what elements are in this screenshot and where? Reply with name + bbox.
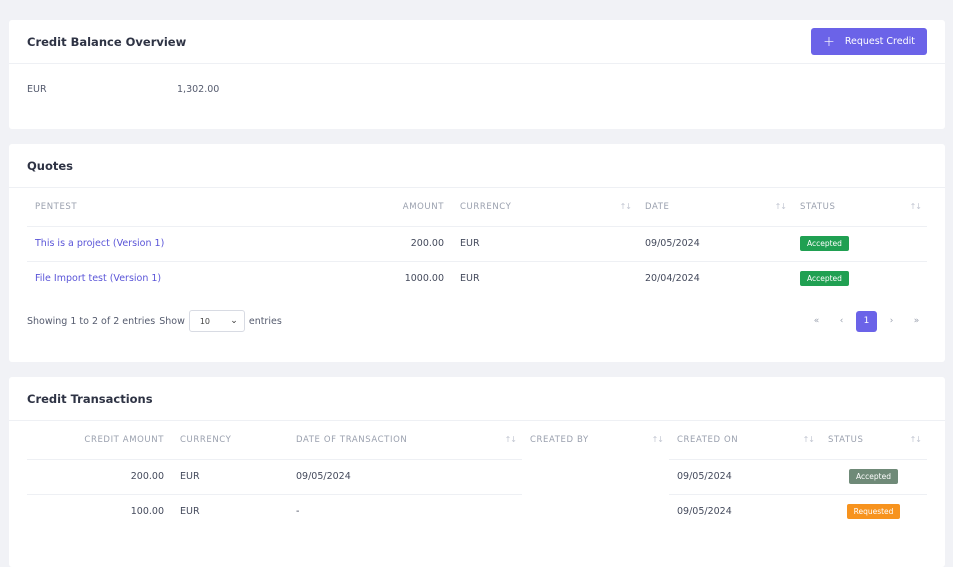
created-by-cell <box>522 493 669 529</box>
credit-transactions-card: Credit Transactions CREDIT AMOUNT CURREN… <box>9 377 945 567</box>
date-cell: 09/05/2024 <box>288 458 522 494</box>
card-title: Credit Balance Overview <box>27 34 187 49</box>
sort-icon[interactable]: ↑↓ <box>910 202 922 211</box>
currency-cell: EUR <box>452 260 637 296</box>
double-chevron-right-icon[interactable]: » <box>906 311 927 332</box>
card-title: Credit Transactions <box>27 391 153 406</box>
table-row: File Import test (Version 1) 1000.00 EUR… <box>27 260 927 296</box>
date-cell: - <box>288 493 522 529</box>
col-status[interactable]: STATUS ↑↓ <box>820 421 927 459</box>
quotes-card: Quotes PENTEST AMOUNT CURRENCY ↑↓ DATE ↑↓ … <box>9 144 945 362</box>
quotes-header: Quotes <box>9 144 945 188</box>
amount-cell: 100.00 <box>27 493 172 529</box>
showing-text: Showing 1 to 2 of 2 entries <box>27 315 156 327</box>
currency-cell: EUR <box>172 458 288 494</box>
transactions-table: CREDIT AMOUNT CURRENCY DATE OF TRANSACTI… <box>27 421 927 529</box>
col-amount[interactable]: AMOUNT <box>392 188 452 226</box>
table-row: 100.00 EUR - 09/05/2024 Requested <box>27 493 927 529</box>
page-button[interactable]: 1 <box>856 310 877 332</box>
sort-icon[interactable]: ↑↓ <box>775 202 787 211</box>
pentest-link[interactable]: This is a project (Version 1) <box>35 238 164 249</box>
created-on-cell: 09/05/2024 <box>669 458 820 494</box>
col-currency[interactable]: CURRENCY ↑↓ <box>452 188 637 226</box>
pentest-link[interactable]: File Import test (Version 1) <box>35 273 161 284</box>
col-pentest[interactable]: PENTEST <box>27 188 392 226</box>
col-credit-amount[interactable]: CREDIT AMOUNT <box>27 421 172 459</box>
table-row: This is a project (Version 1) 200.00 EUR… <box>27 225 927 261</box>
currency-cell: EUR <box>172 493 288 529</box>
date-cell: 20/04/2024 <box>637 260 792 296</box>
col-status[interactable]: STATUS ↑↓ <box>792 188 927 226</box>
chevron-down-icon: ⌄ <box>230 316 238 326</box>
request-credit-label: Request Credit <box>844 36 915 47</box>
created-on-cell: 09/05/2024 <box>669 493 820 529</box>
col-currency[interactable]: CURRENCY <box>172 421 288 459</box>
date-cell: 09/05/2024 <box>637 225 792 261</box>
sort-icon[interactable]: ↑↓ <box>652 435 664 444</box>
status-badge: Accepted <box>849 469 898 484</box>
double-chevron-left-icon[interactable]: « <box>806 311 827 332</box>
quotes-footer: Showing 1 to 2 of 2 entries Show 10 ⌄ en… <box>9 302 945 340</box>
col-created-on[interactable]: CREATED ON ↑↓ <box>669 421 820 459</box>
plus-icon: + <box>823 33 835 50</box>
table-row: 200.00 EUR 09/05/2024 09/05/2024 Accepte… <box>27 458 927 494</box>
col-date-of-transaction[interactable]: DATE OF TRANSACTION ↑↓ <box>288 421 522 459</box>
credit-balance-header: Credit Balance Overview + Request Credit <box>9 20 945 64</box>
currency-cell: EUR <box>452 225 637 261</box>
transactions-header: Credit Transactions <box>9 377 945 421</box>
col-created-by[interactable]: CREATED BY ↑↓ <box>522 421 669 459</box>
created-by-cell <box>522 458 669 494</box>
col-date[interactable]: DATE ↑↓ <box>637 188 792 226</box>
balance-row: EUR 1,302.00 <box>9 64 945 115</box>
status-badge: Accepted <box>800 271 849 287</box>
pagination: « ‹ 1 › » <box>806 310 927 332</box>
amount-cell: 200.00 <box>27 458 172 494</box>
credit-balance-card: Credit Balance Overview + Request Credit… <box>9 20 945 129</box>
status-badge: Requested <box>846 504 901 520</box>
sort-icon[interactable]: ↑↓ <box>803 435 815 444</box>
pagination-info: Showing 1 to 2 of 2 entries Show 10 ⌄ en… <box>27 310 282 332</box>
entries-label: entries <box>248 315 282 327</box>
sort-icon[interactable]: ↑↓ <box>505 435 517 444</box>
page-size-value: 10 <box>199 316 211 326</box>
balance-amount: 1,302.00 <box>177 84 220 95</box>
sort-icon[interactable]: ↑↓ <box>910 435 922 444</box>
card-title: Quotes <box>27 158 74 173</box>
request-credit-button[interactable]: + Request Credit <box>811 28 927 55</box>
status-badge: Accepted <box>800 236 849 251</box>
page-size-select[interactable]: 10 ⌄ <box>188 310 245 332</box>
quotes-table: PENTEST AMOUNT CURRENCY ↑↓ DATE ↑↓ STATUS ↑… <box>27 188 927 296</box>
show-label: Show <box>159 315 185 327</box>
amount-cell: 1000.00 <box>392 260 452 296</box>
chevron-right-icon[interactable]: › <box>881 311 902 332</box>
balance-currency: EUR <box>27 84 47 95</box>
chevron-left-icon[interactable]: ‹ <box>831 311 852 332</box>
sort-icon[interactable]: ↑↓ <box>620 202 632 211</box>
amount-cell: 200.00 <box>392 225 452 261</box>
